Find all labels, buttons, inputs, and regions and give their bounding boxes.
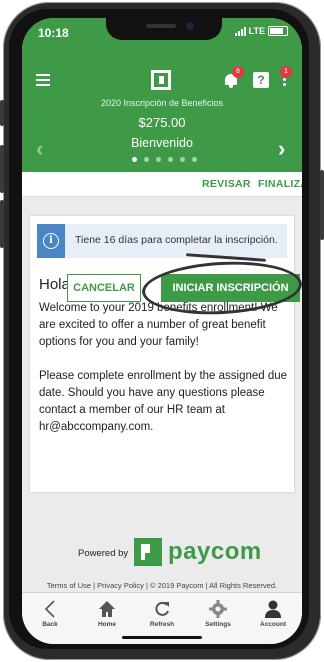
- mute-switch: [0, 100, 4, 126]
- signal-icon: [234, 26, 246, 36]
- notification-badge: 8: [232, 66, 244, 78]
- paycom-logo-icon[interactable]: [151, 70, 171, 90]
- notifications-button[interactable]: 8: [224, 66, 244, 88]
- paycom-mark-icon: [134, 538, 162, 566]
- tab-label: Settings: [205, 621, 231, 628]
- welcome-slide-title: Bienvenido: [131, 136, 193, 150]
- carousel-dot[interactable]: [168, 157, 173, 162]
- carousel-dots: [132, 157, 197, 162]
- info-icon: i: [43, 233, 59, 249]
- refresh-icon: [137, 599, 187, 619]
- tab-account[interactable]: Account: [248, 599, 298, 628]
- info-icon-box: i: [37, 224, 65, 258]
- tab-label: Account: [260, 621, 286, 628]
- back-icon: [25, 599, 75, 619]
- speaker: [146, 24, 176, 28]
- volume-down-button: [0, 200, 4, 248]
- review-link[interactable]: REVISAR: [202, 178, 251, 190]
- account-icon: [248, 599, 298, 619]
- gear-icon: [193, 599, 243, 619]
- tab-home[interactable]: Home: [82, 599, 132, 628]
- tab-settings[interactable]: Settings: [193, 599, 243, 628]
- carousel-dot[interactable]: [156, 157, 161, 162]
- front-camera: [186, 22, 194, 30]
- tab-label: Refresh: [149, 621, 175, 628]
- notch: [106, 18, 222, 40]
- carousel-dot[interactable]: [180, 157, 185, 162]
- tab-label: Home: [97, 621, 117, 628]
- app-header: 10:18 LTE 8 ? 1 2020 Inscripción de Bene…: [22, 18, 302, 172]
- deadline-text: Tiene 16 días para completar la inscripc…: [75, 234, 278, 246]
- powered-by-footer: Powered by paycom: [22, 538, 302, 568]
- cancel-button[interactable]: CANCELAR: [67, 274, 141, 302]
- more-options-button[interactable]: 1: [280, 66, 292, 87]
- tab-refresh[interactable]: Refresh: [137, 599, 187, 628]
- carousel-dot[interactable]: [192, 157, 197, 162]
- chevron-left-icon[interactable]: ‹: [36, 136, 43, 162]
- enrollment-amount: $275.00: [138, 115, 186, 130]
- tab-back[interactable]: Back: [25, 599, 75, 628]
- carousel-dot[interactable]: [144, 157, 149, 162]
- status-indicators: LTE: [234, 26, 288, 36]
- finish-link[interactable]: FINALIZAR: [258, 178, 302, 190]
- home-indicator: [122, 636, 202, 639]
- status-time: 10:18: [38, 26, 69, 40]
- help-icon[interactable]: ?: [253, 72, 269, 88]
- power-button: [320, 170, 324, 240]
- deadline-notice: i Tiene 16 días para completar la inscri…: [37, 224, 287, 258]
- paycom-wordmark: paycom: [168, 538, 262, 565]
- carrier-label: LTE: [248, 26, 265, 36]
- instructions-paragraph: Please complete enrollment by the assign…: [39, 370, 288, 433]
- tab-label: Back: [42, 621, 58, 628]
- bell-clapper: [229, 85, 233, 88]
- home-icon: [82, 599, 132, 619]
- carousel-dot-active[interactable]: [132, 157, 137, 162]
- chevron-right-icon[interactable]: ›: [278, 136, 285, 162]
- enrollment-action-bar: REVISAR FINALIZAR: [22, 172, 302, 197]
- battery-icon: [268, 26, 288, 36]
- powered-by-text: Powered by: [78, 548, 129, 559]
- legal-links[interactable]: Terms of Use | Privacy Policy | © 2019 P…: [22, 581, 302, 590]
- volume-up-button: [0, 145, 4, 193]
- app-screen: 10:18 LTE 8 ? 1 2020 Inscripción de Bene…: [22, 18, 302, 644]
- menu-badge: 1: [280, 66, 292, 78]
- enrollment-title: 2020 Inscripción de Beneficios: [100, 98, 224, 108]
- toolbar: 8 ? 1: [22, 66, 302, 94]
- menu-icon[interactable]: [36, 74, 50, 86]
